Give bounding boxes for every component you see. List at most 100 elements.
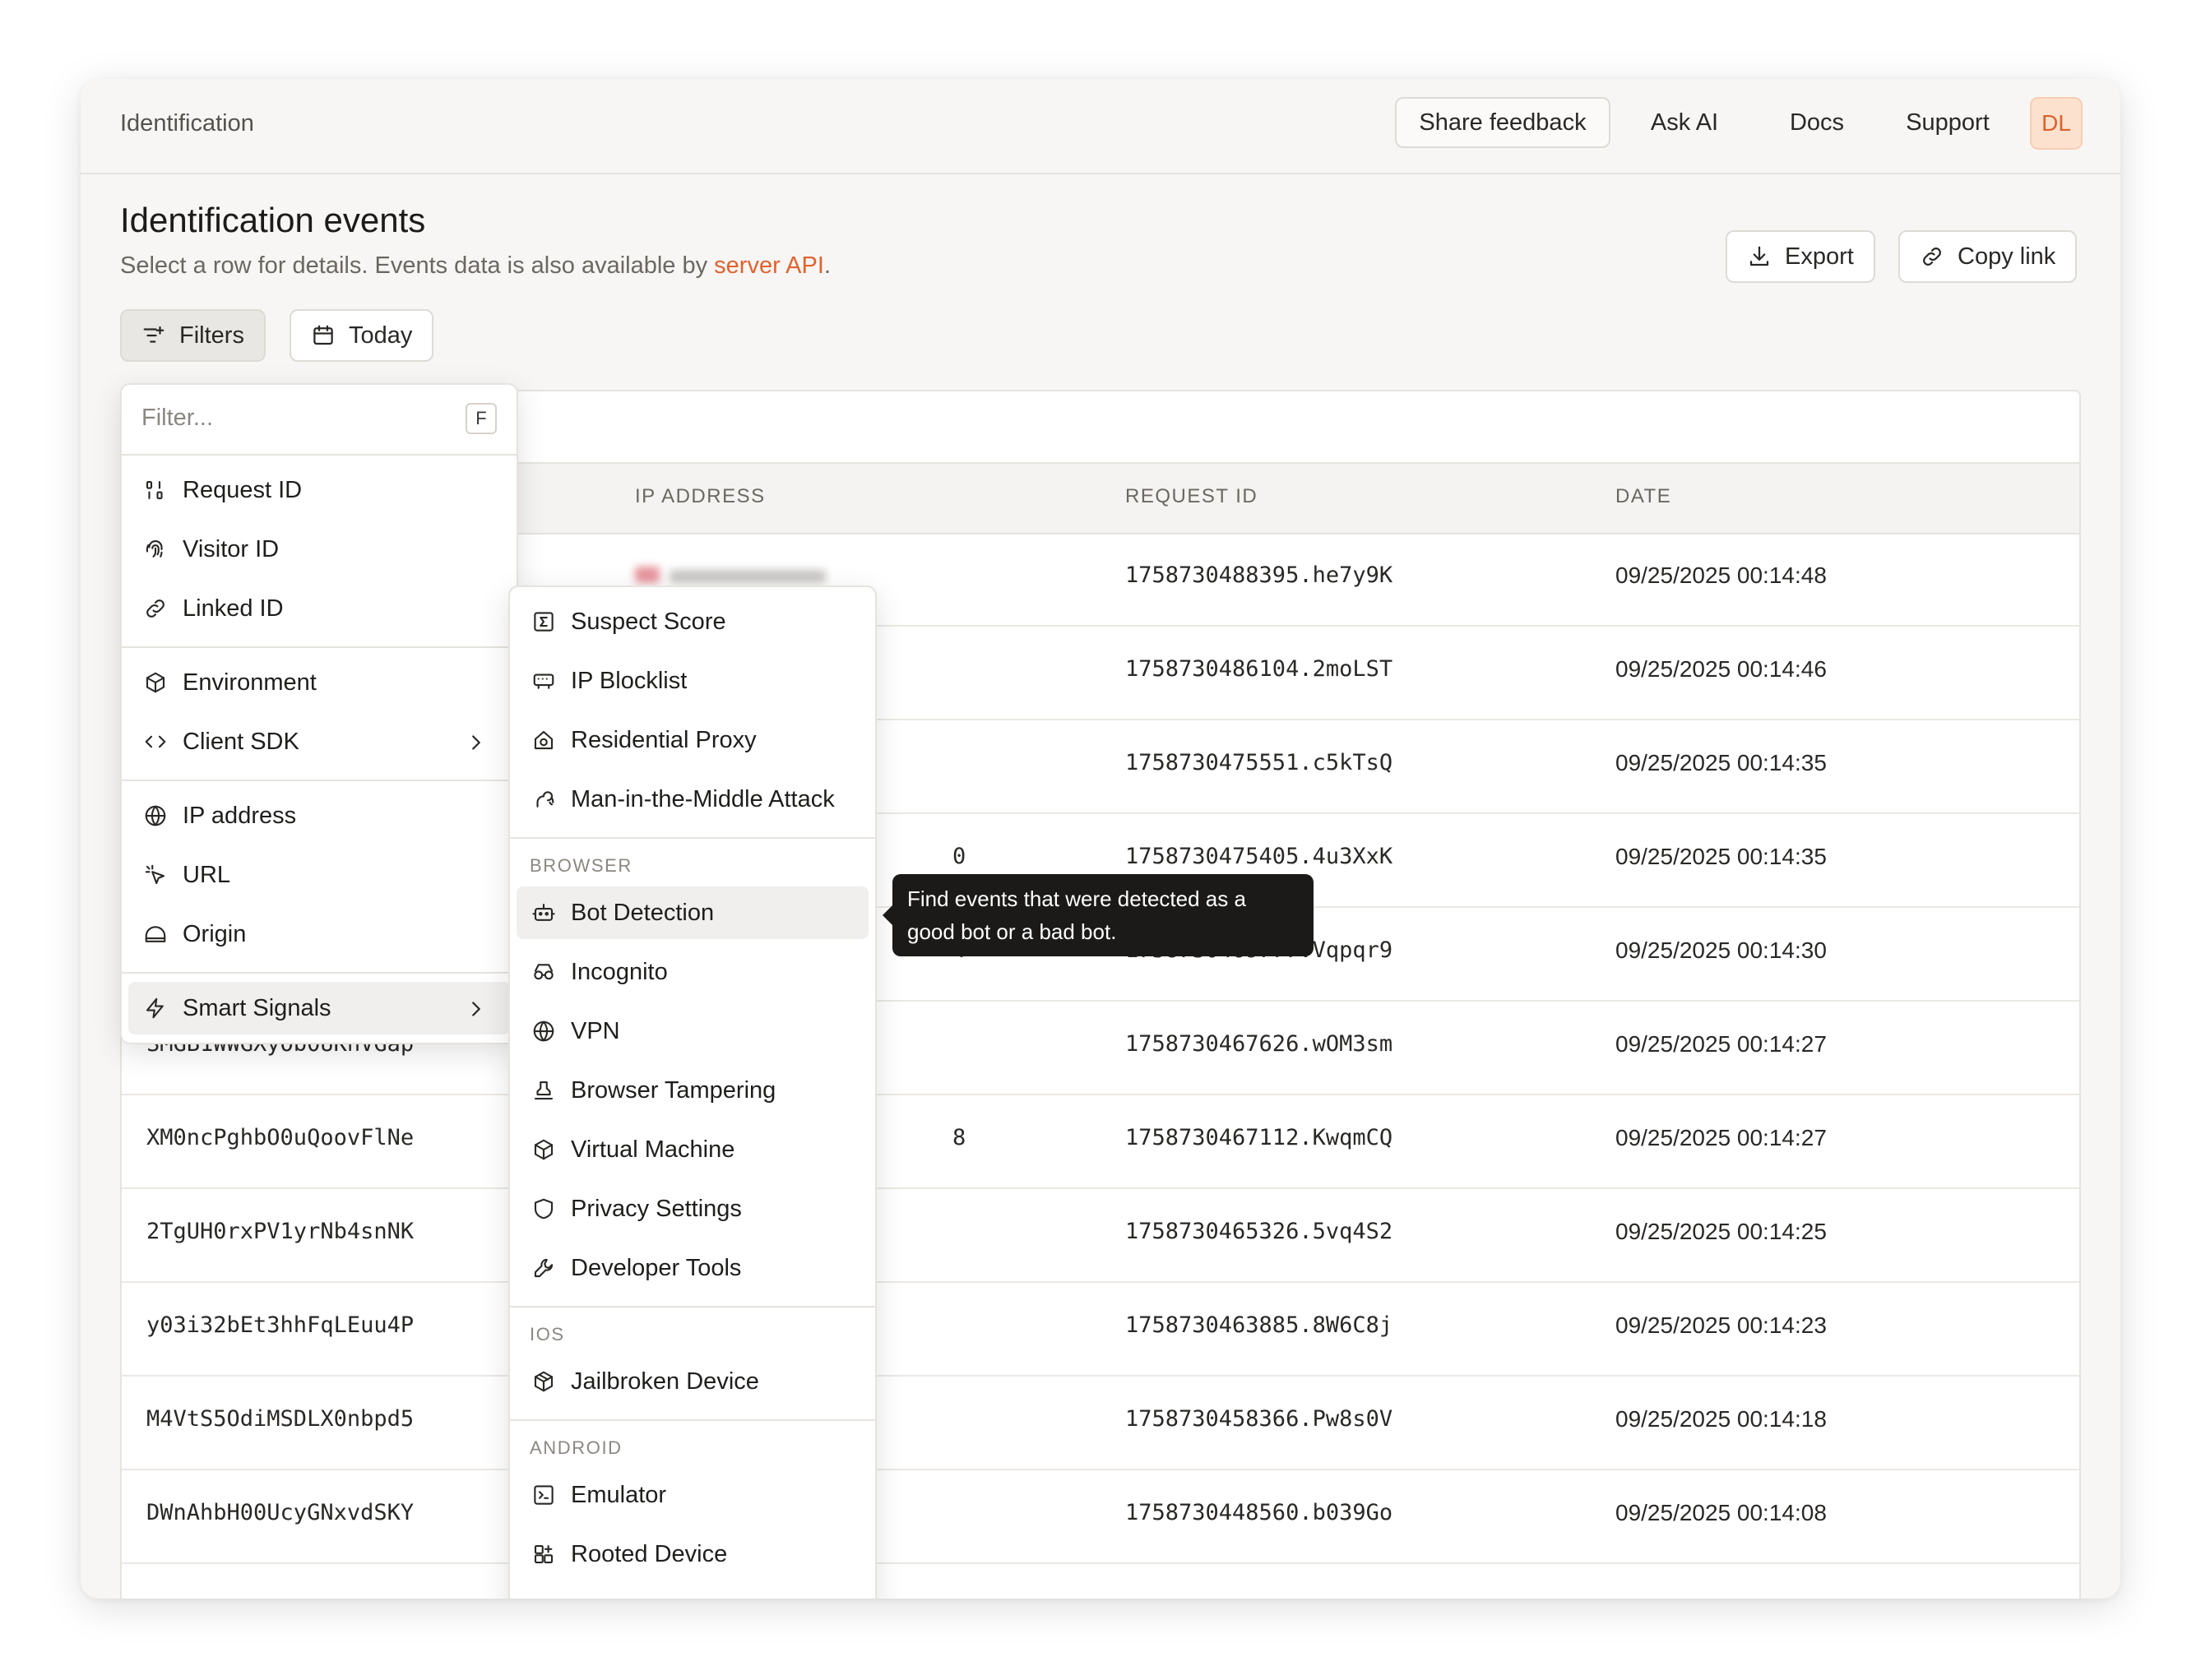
- table-row[interactable]: y03i32bEt3hhFqLEuu4P 1758730463885.8W6C8j…: [122, 1281, 2079, 1377]
- filter-option-label: URL: [183, 861, 231, 888]
- menu-divider: [510, 1419, 875, 1421]
- filter-option-label: Visitor ID: [183, 535, 280, 562]
- signal-option-jailbroken-device[interactable]: Jailbroken Device: [517, 1355, 869, 1408]
- date-cell: 09/25/2025 00:14:18: [1615, 1406, 1827, 1432]
- signal-option-rooted-device[interactable]: Rooted Device: [517, 1528, 869, 1580]
- link-icon: [146, 599, 164, 618]
- signal-option-browser-tampering[interactable]: Browser Tampering: [517, 1064, 869, 1117]
- signal-option-man-in-the-middle-attack[interactable]: Man-in-the-Middle Attack: [517, 773, 869, 826]
- code-icon: [145, 735, 166, 748]
- filter-option-label: IP address: [183, 802, 297, 829]
- copy-link-button[interactable]: Copy link: [1898, 230, 2078, 283]
- tooltip-arrow: [883, 905, 892, 925]
- shield-icon: [534, 1198, 554, 1220]
- robot-icon: [532, 903, 555, 921]
- filters-button[interactable]: Filters: [120, 309, 266, 362]
- app-window: Identification Share feedback Ask AI Doc…: [81, 79, 2120, 1599]
- table-row[interactable]: 2TgUH0rxPV1yrNb4snNK 1758730465326.5vq4S2…: [122, 1187, 2079, 1283]
- export-button[interactable]: Export: [1726, 230, 1875, 283]
- signal-option-incognito[interactable]: Incognito: [517, 946, 869, 998]
- signal-option-developer-tools[interactable]: Developer Tools: [517, 1242, 869, 1294]
- request-id-cell: 1758730475405.4u3XxK: [1125, 844, 1393, 869]
- section-heading: BROWSER: [530, 855, 632, 876]
- globe-icon: [145, 805, 166, 826]
- table-row[interactable]: M4VtS5OdiMSDLX0nbpd5 1758730458366.Pw8s0V…: [122, 1375, 2079, 1470]
- signal-option-label: Browser Tampering: [571, 1076, 776, 1104]
- house-shield-icon: [534, 730, 554, 750]
- date-cell: 09/25/2025 00:14:30: [1615, 937, 1827, 963]
- date-cell: 09/25/2025 00:14:23: [1615, 1312, 1827, 1338]
- filter-option-url[interactable]: URL: [128, 849, 510, 901]
- filter-option-origin[interactable]: Origin: [128, 908, 510, 960]
- signal-option-bot-detection[interactable]: Bot Detection: [517, 886, 869, 939]
- stamp-icon: [534, 1081, 554, 1100]
- signal-option-ip-blocklist[interactable]: IP Blocklist: [517, 655, 869, 707]
- incognito-icon: [534, 964, 554, 980]
- request-id-cell: 1758730463885.8W6C8j: [1125, 1312, 1393, 1338]
- ip-address-cell: 0: [952, 844, 966, 869]
- request-id-cell: 1758730467626.wOM3sm: [1125, 1031, 1393, 1057]
- origin-icon: [145, 926, 166, 942]
- table-row[interactable]: XM0ncPghbO0uQoovFlNe 8 1758730467112.KwqmC…: [122, 1094, 2079, 1189]
- signal-option-label: Jailbroken Device: [571, 1368, 759, 1395]
- rooted-icon: [534, 1544, 554, 1564]
- top-bar: Identification Share feedback Ask AI Doc…: [81, 79, 2120, 174]
- filter-option-smart-signals[interactable]: Smart Signals: [128, 982, 510, 1034]
- filter-option-label: Request ID: [183, 476, 303, 503]
- signal-option-label: Residential Proxy: [571, 726, 757, 753]
- avatar[interactable]: DL: [2030, 97, 2083, 150]
- filter-option-request-id[interactable]: Request ID: [128, 464, 510, 516]
- menu-divider: [122, 780, 517, 781]
- table-row[interactable]: DWnAhbH00UcyGNxvdSKY 1758730448560.b039Go…: [122, 1469, 2079, 1564]
- visitor-id-cell: y03i32bEt3hhFqLEuu4P: [146, 1312, 415, 1338]
- signal-option-suspect-score[interactable]: Suspect Score: [517, 595, 869, 648]
- signal-option-label: Suspect Score: [571, 608, 726, 635]
- docs-link[interactable]: Docs: [1780, 97, 1854, 148]
- smart-signals-submenu: Suspect Score IP Blocklist Residential Pro…: [508, 585, 877, 1599]
- filter-search-placeholder: Filter...: [141, 405, 214, 431]
- filter-menu: Filter... F Request ID Visitor ID Linked I…: [120, 383, 518, 1044]
- menu-divider: [510, 837, 875, 839]
- column-request-id[interactable]: REQUEST ID: [1125, 485, 1258, 508]
- filter-option-ip-address[interactable]: IP address: [128, 789, 510, 842]
- filter-option-label: Linked ID: [183, 595, 284, 622]
- share-feedback-button[interactable]: Share feedback: [1395, 97, 1610, 148]
- request-id-cell: 1758730486104.2moLST: [1125, 656, 1393, 682]
- signal-option-emulator[interactable]: Emulator: [517, 1469, 869, 1521]
- filter-search-field[interactable]: Filter... F: [122, 385, 517, 456]
- support-link[interactable]: Support: [1890, 97, 2005, 148]
- filter-option-environment[interactable]: Environment: [128, 656, 510, 709]
- cursor-click-icon: [145, 864, 165, 885]
- date-cell: 09/25/2025 00:14:35: [1615, 750, 1827, 775]
- visitor-id-cell: 2TgUH0rxPV1yrNb4snNK: [146, 1219, 415, 1244]
- subtitle-period: .: [823, 252, 831, 279]
- column-ip-address[interactable]: IP ADDRESS: [635, 485, 766, 508]
- visitor-id-cell: DWnAhbH00UcyGNxvdSKY: [146, 1500, 415, 1525]
- date-cell: 09/25/2025 00:14:25: [1615, 1219, 1827, 1244]
- signal-option-vpn[interactable]: VPN: [517, 1005, 869, 1058]
- ask-ai-button[interactable]: Ask AI: [1643, 97, 1726, 148]
- wrench-icon: [534, 1258, 554, 1278]
- menu-divider: [510, 1306, 875, 1307]
- server-api-link[interactable]: server API: [714, 252, 824, 279]
- signal-option-privacy-settings[interactable]: Privacy Settings: [517, 1182, 869, 1235]
- menu-divider: [122, 972, 517, 974]
- signal-option-label: VPN: [571, 1017, 620, 1044]
- filter-option-linked-id[interactable]: Linked ID: [128, 582, 510, 635]
- tooltip-line-1: Find events that were detected as a: [907, 886, 1246, 911]
- filter-option-visitor-id[interactable]: Visitor ID: [128, 523, 510, 576]
- signal-option-virtual-machine[interactable]: Virtual Machine: [517, 1123, 869, 1176]
- visitor-id-cell: M4VtS5OdiMSDLX0nbpd5: [146, 1406, 415, 1432]
- mitm-icon: [536, 791, 554, 808]
- ip-address-cell: 8: [952, 1125, 966, 1150]
- bot-detection-tooltip: Find events that were detected as a good…: [883, 874, 1314, 956]
- filter-option-client-sdk[interactable]: Client SDK: [128, 715, 510, 768]
- date-cell: 09/25/2025 00:14:08: [1615, 1500, 1827, 1525]
- signal-option-label: Emulator: [571, 1481, 667, 1508]
- date-range-button[interactable]: Today: [290, 309, 434, 362]
- filter-option-label: Environment: [183, 669, 317, 696]
- column-date[interactable]: DATE: [1615, 485, 1671, 508]
- signal-option-residential-proxy[interactable]: Residential Proxy: [517, 714, 869, 766]
- breadcrumb[interactable]: Identification: [120, 110, 254, 137]
- signal-option-label: Bot Detection: [571, 899, 715, 926]
